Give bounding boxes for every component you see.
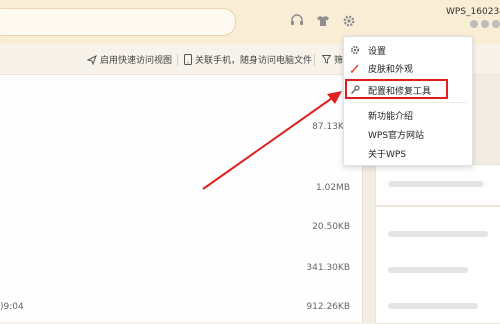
annotation-arrow-icon (202, 91, 342, 190)
